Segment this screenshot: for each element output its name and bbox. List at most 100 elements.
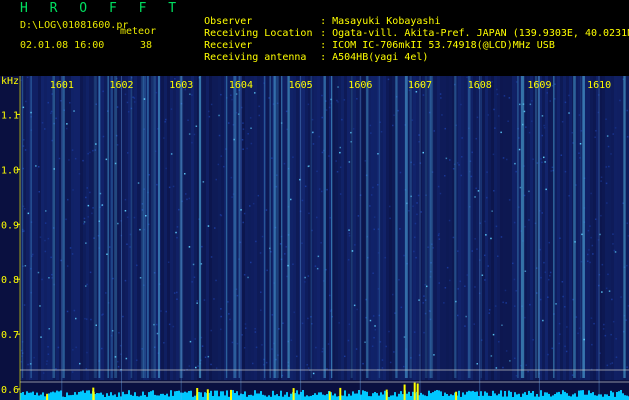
noise-speck [547,296,549,298]
baseline-bar [82,390,84,400]
noise-speck [73,110,75,112]
noise-speck [531,120,533,122]
noise-speck [260,291,262,293]
noise-speck [71,253,74,255]
y-tick-label: 0.6 [1,385,19,396]
baseline-bar [556,392,558,400]
noise-column [35,76,38,380]
noise-speck [485,234,487,236]
baseline-bar [470,391,472,400]
noise-speck [241,334,243,336]
noise-speck [415,256,417,259]
meteor-streak [62,76,65,378]
noise-column [251,76,254,380]
baseline-bar [160,393,162,400]
noise-speck [326,368,328,370]
noise-speck [45,363,48,365]
noise-speck [587,260,589,262]
noise-speck [85,242,87,244]
noise-speck [316,216,318,219]
baseline-bar [534,396,536,400]
noise-column [317,76,320,380]
meteor-streak [517,76,519,378]
noise-speck [568,94,570,97]
noise-speck [364,160,367,162]
noise-speck [544,271,547,273]
noise-column [602,76,605,380]
x-tick-label: 1607 [408,80,432,91]
baseline-bar [440,391,442,400]
noise-column [617,76,620,380]
noise-speck [444,127,446,130]
baseline-bar [372,393,374,400]
noise-speck [165,118,167,121]
baseline-bar [342,395,344,400]
noise-speck [117,222,119,225]
baseline-bar [566,393,568,400]
baseline-bar [88,390,90,400]
meteor-streak [409,76,412,378]
noise-speck [85,285,87,287]
noise-speck [47,346,49,348]
baseline-bar [178,390,180,400]
noise-speck [87,204,90,207]
noise-speck [626,264,628,267]
noise-speck [619,99,621,102]
noise-speck [66,123,68,125]
noise-speck [615,356,618,358]
noise-speck [236,294,239,297]
noise-speck [155,91,158,94]
baseline-bar [390,395,392,400]
noise-speck [344,355,346,358]
noise-speck [589,225,591,227]
baseline-bar [618,391,620,400]
baseline-bar [400,391,402,400]
baseline-bar [28,392,30,400]
meteor-streak [378,76,381,378]
noise-speck [508,97,511,99]
noise-column [500,76,503,380]
noise-speck [413,331,416,333]
noise-speck [532,339,534,341]
noise-speck [427,246,429,248]
noise-speck [68,159,70,161]
noise-speck [529,103,532,106]
noise-speck [561,121,564,123]
noise-speck [547,353,549,356]
noise-speck [352,128,355,130]
meteor-streak [98,76,101,378]
baseline-bar [462,392,464,400]
noise-speck [318,135,320,138]
noise-speck [259,252,262,254]
noise-column [86,76,89,380]
noise-speck [242,122,244,124]
noise-speck [440,97,442,99]
baseline-bar [172,395,174,400]
noise-speck [504,289,507,292]
baseline-bar [426,396,428,400]
noise-speck [220,93,222,96]
noise-speck [439,93,442,95]
meteor-streak [580,76,582,378]
baseline-bar [544,392,546,400]
noise-speck [301,242,303,244]
baseline-bar [504,391,506,400]
noise-speck [89,151,91,154]
noise-speck [204,356,207,358]
noise-speck [589,261,591,264]
baseline-bar [76,394,78,400]
noise-speck [203,299,206,301]
noise-speck [339,146,341,149]
noise-speck [188,365,191,367]
noise-speck [102,90,104,93]
noise-speck [541,115,544,117]
baseline-bar [550,396,552,400]
baseline-bar [100,392,102,400]
noise-speck [75,317,77,320]
noise-speck [524,270,527,272]
noise-speck [612,233,614,235]
noise-column [392,76,395,380]
noise-column [170,76,173,380]
baseline-bar [518,393,520,400]
baseline-bar [506,396,508,400]
